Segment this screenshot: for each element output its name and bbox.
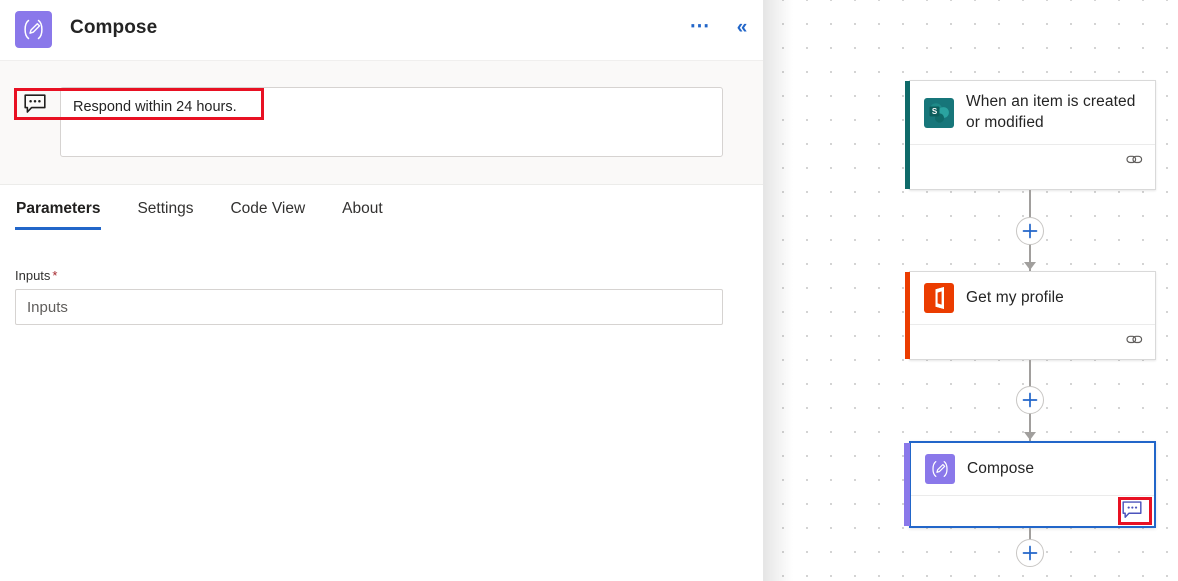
tab-about[interactable]: About [341,196,384,230]
comment-icon[interactable] [1122,501,1142,524]
inputs-label: Inputs * [15,268,725,283]
add-step-button-2[interactable] [1016,386,1044,414]
node-footer [910,144,1155,178]
node-accent-bar [905,272,910,359]
comment-band [0,60,763,185]
link-icon[interactable] [1126,332,1143,352]
connector-arrow-1 [1024,262,1036,270]
compose-action-icon [925,454,955,484]
add-step-button-1[interactable] [1016,217,1044,245]
node-header: Get my profile [910,272,1155,324]
compose-action-icon [15,11,52,48]
node-accent-bar [905,81,910,189]
flow-node-when-an-item-is-created-or-modified[interactable]: S When an item is created or modified [905,80,1156,190]
more-options-button[interactable]: ⋯ [686,16,714,43]
node-header: Compose [911,443,1154,495]
collapse-panel-button[interactable]: « [729,16,755,42]
required-marker: * [52,268,58,283]
panel-header: Compose ⋯ « [0,0,763,60]
add-step-button-3[interactable] [1016,539,1044,567]
flow-node-compose[interactable]: Compose [904,441,1156,529]
node-title: When an item is created or modified [966,93,1136,131]
page-title: Compose [70,17,158,38]
inputs-field[interactable] [15,289,723,325]
canvas-edge-shadow [763,0,793,581]
node-footer [911,495,1154,529]
node-header: S When an item is created or modified [910,81,1155,144]
comment-icon[interactable] [18,89,52,119]
sharepoint-icon: S [924,97,954,128]
connector-arrow-2 [1024,432,1036,440]
app-root: Compose ⋯ « Parameters Settings Code Vie… [0,0,1178,581]
comment-input[interactable] [60,87,723,157]
node-title: Compose [967,459,1035,477]
flow-node-get-my-profile[interactable]: Get my profile [905,271,1156,360]
action-details-panel: Compose ⋯ « Parameters Settings Code Vie… [0,0,763,581]
link-icon[interactable] [1126,152,1143,172]
flow-canvas[interactable]: S When an item is created or modified Ge… [763,0,1178,581]
node-title: Get my profile [966,288,1064,306]
node-footer [910,324,1155,358]
tab-code-view[interactable]: Code View [229,196,306,230]
inputs-label-text: Inputs [15,268,51,283]
svg-text:S: S [932,107,938,116]
panel-tabs: Parameters Settings Code View About [0,196,763,242]
tab-settings[interactable]: Settings [136,196,194,230]
tab-parameters[interactable]: Parameters [15,196,102,230]
office365-icon [924,283,954,313]
node-accent-bar [904,443,910,526]
parameters-form: Inputs * [15,268,725,325]
